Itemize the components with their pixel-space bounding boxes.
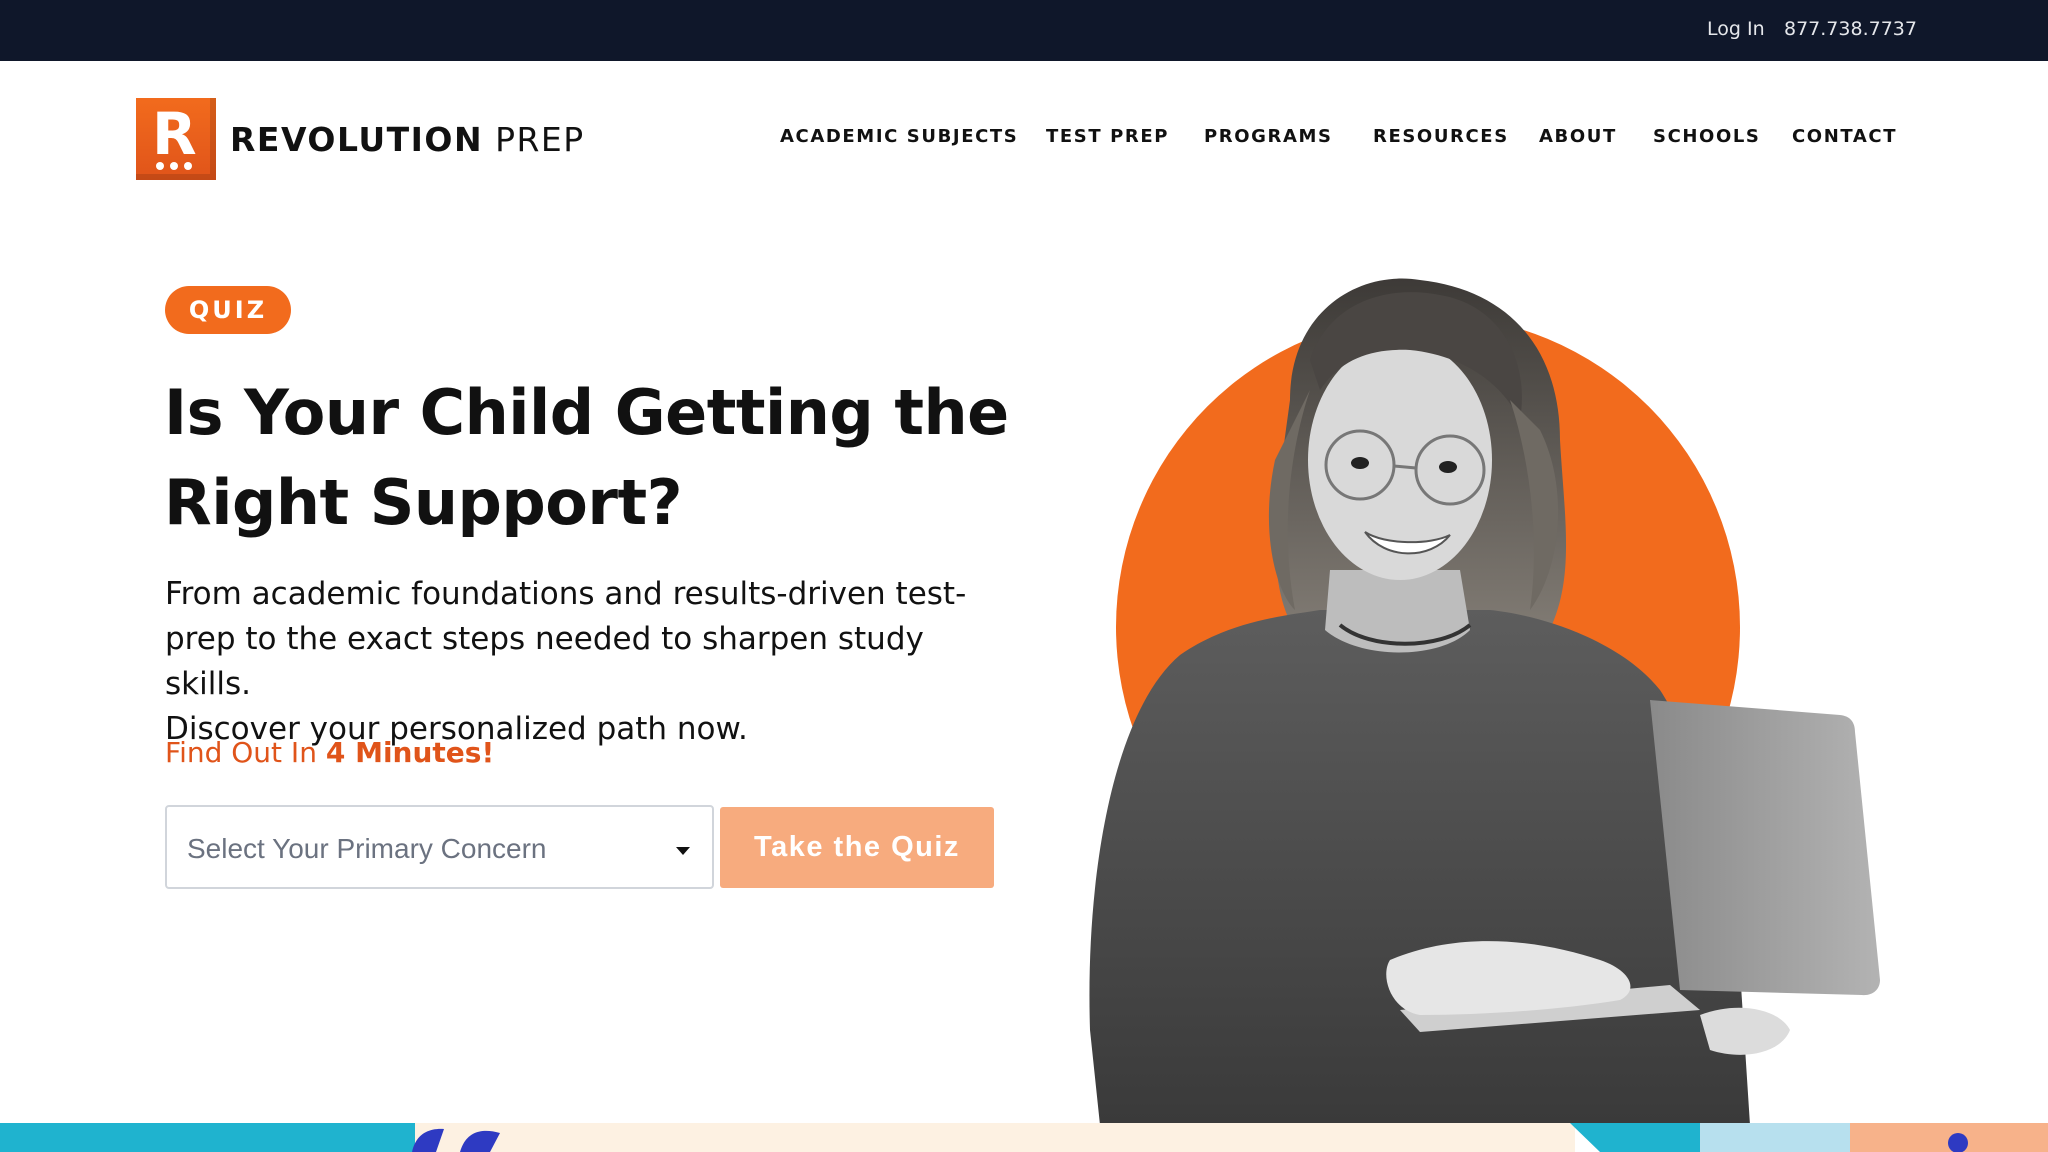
strip-peach (1850, 1123, 2048, 1152)
headline-line-2: Right Support? (164, 466, 683, 539)
headline-line-1: Is Your Child Getting the (164, 376, 1009, 449)
eye-right (1439, 461, 1457, 473)
login-link[interactable]: Log In (1707, 18, 1765, 40)
nav-schools[interactable]: SCHOOLS (1653, 126, 1760, 147)
chevron-down-icon (676, 847, 690, 855)
sweater (1089, 610, 1750, 1125)
laptop-lid (1650, 700, 1880, 996)
strip-cream-band (415, 1123, 1575, 1152)
glasses-bridge (1393, 464, 1417, 470)
take-quiz-button[interactable]: Take the Quiz (720, 807, 994, 888)
decorative-strip (0, 1123, 2048, 1152)
quiz-badge: QUIZ (165, 286, 291, 334)
nav-contact[interactable]: CONTACT (1792, 126, 1897, 147)
eye-left (1351, 457, 1369, 469)
lede-line-2: prep to the exact steps needed to sharpe… (165, 621, 924, 702)
select-placeholder: Select Your Primary Concern (187, 833, 547, 864)
strip-teal-band (0, 1123, 415, 1152)
nav-academic-subjects[interactable]: ACADEMIC SUBJECTS (780, 126, 1018, 147)
find-out-text: Find Out In 4 Minutes! (165, 736, 494, 769)
findout-strong: 4 Minutes! (325, 736, 495, 769)
nav-test-prep[interactable]: TEST PREP (1046, 126, 1169, 147)
nav-resources[interactable]: RESOURCES (1373, 126, 1509, 147)
neck (1325, 570, 1470, 653)
nav-programs[interactable]: PROGRAMS (1204, 126, 1333, 147)
phone-link[interactable]: 877.738.7737 (1784, 18, 1917, 40)
primary-concern-select[interactable]: Select Your Primary Concern (165, 805, 714, 889)
top-utility-bar: Log In 877.738.7737 (0, 0, 2048, 61)
page-title: Is Your Child Getting the Right Support? (164, 368, 1024, 548)
hand-right (1700, 1007, 1790, 1055)
findout-prefix: Find Out In (165, 736, 326, 769)
hero-photo (1089, 278, 1880, 1125)
main-nav: ACADEMIC SUBJECTS TEST PREP PROGRAMS RES… (0, 126, 2048, 152)
logo-dots (156, 162, 192, 170)
nav-about[interactable]: ABOUT (1539, 126, 1617, 147)
hero-description: From academic foundations and results-dr… (165, 572, 1005, 752)
lede-line-1: From academic foundations and results-dr… (165, 576, 967, 612)
strip-lightblue (1700, 1123, 1850, 1152)
